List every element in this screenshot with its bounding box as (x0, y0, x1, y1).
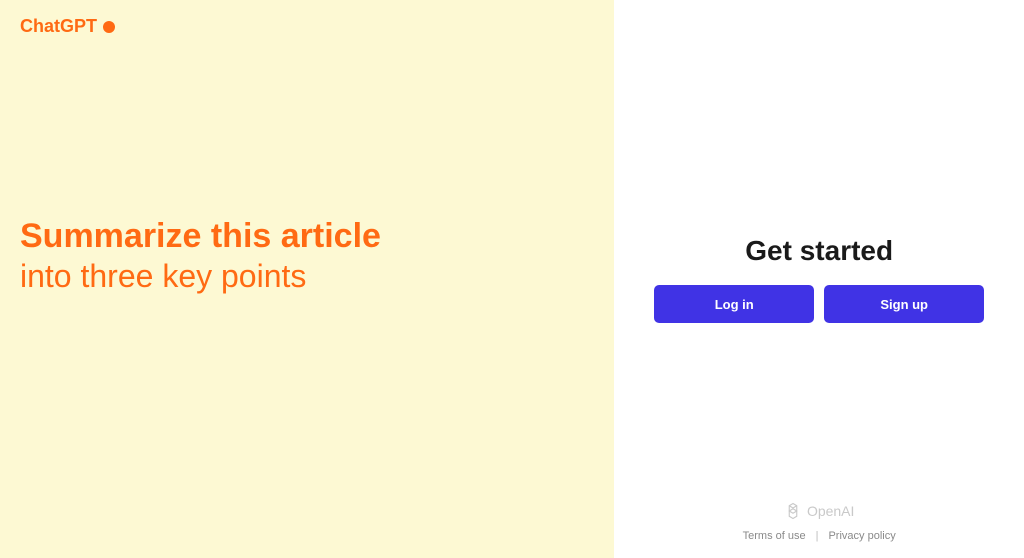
left-panel: ChatGPT Summarize this article into thre… (0, 0, 614, 558)
auth-section: Get started Log in Sign up (654, 235, 984, 323)
brand-dot-icon (103, 21, 115, 33)
signup-button[interactable]: Sign up (824, 285, 984, 323)
brand-text: ChatGPT (20, 16, 97, 37)
footer: OpenAI Terms of use | Privacy policy (614, 502, 1024, 542)
prompt-line-2: into three key points (20, 256, 381, 298)
openai-logo: OpenAI (784, 502, 854, 520)
openai-label: OpenAI (807, 503, 854, 519)
openai-icon (784, 502, 802, 520)
auth-button-row: Log in Sign up (654, 285, 984, 323)
prompt-line-1: Summarize this article (20, 215, 381, 256)
footer-links: Terms of use | Privacy policy (743, 530, 896, 542)
privacy-policy-link[interactable]: Privacy policy (828, 530, 895, 542)
brand: ChatGPT (20, 16, 594, 37)
get-started-heading: Get started (654, 235, 984, 267)
terms-of-use-link[interactable]: Terms of use (743, 530, 806, 542)
prompt-example: Summarize this article into three key po… (20, 215, 381, 297)
login-button[interactable]: Log in (654, 285, 814, 323)
footer-divider: | (816, 530, 819, 542)
right-panel: Get started Log in Sign up OpenAI Terms … (614, 0, 1024, 558)
